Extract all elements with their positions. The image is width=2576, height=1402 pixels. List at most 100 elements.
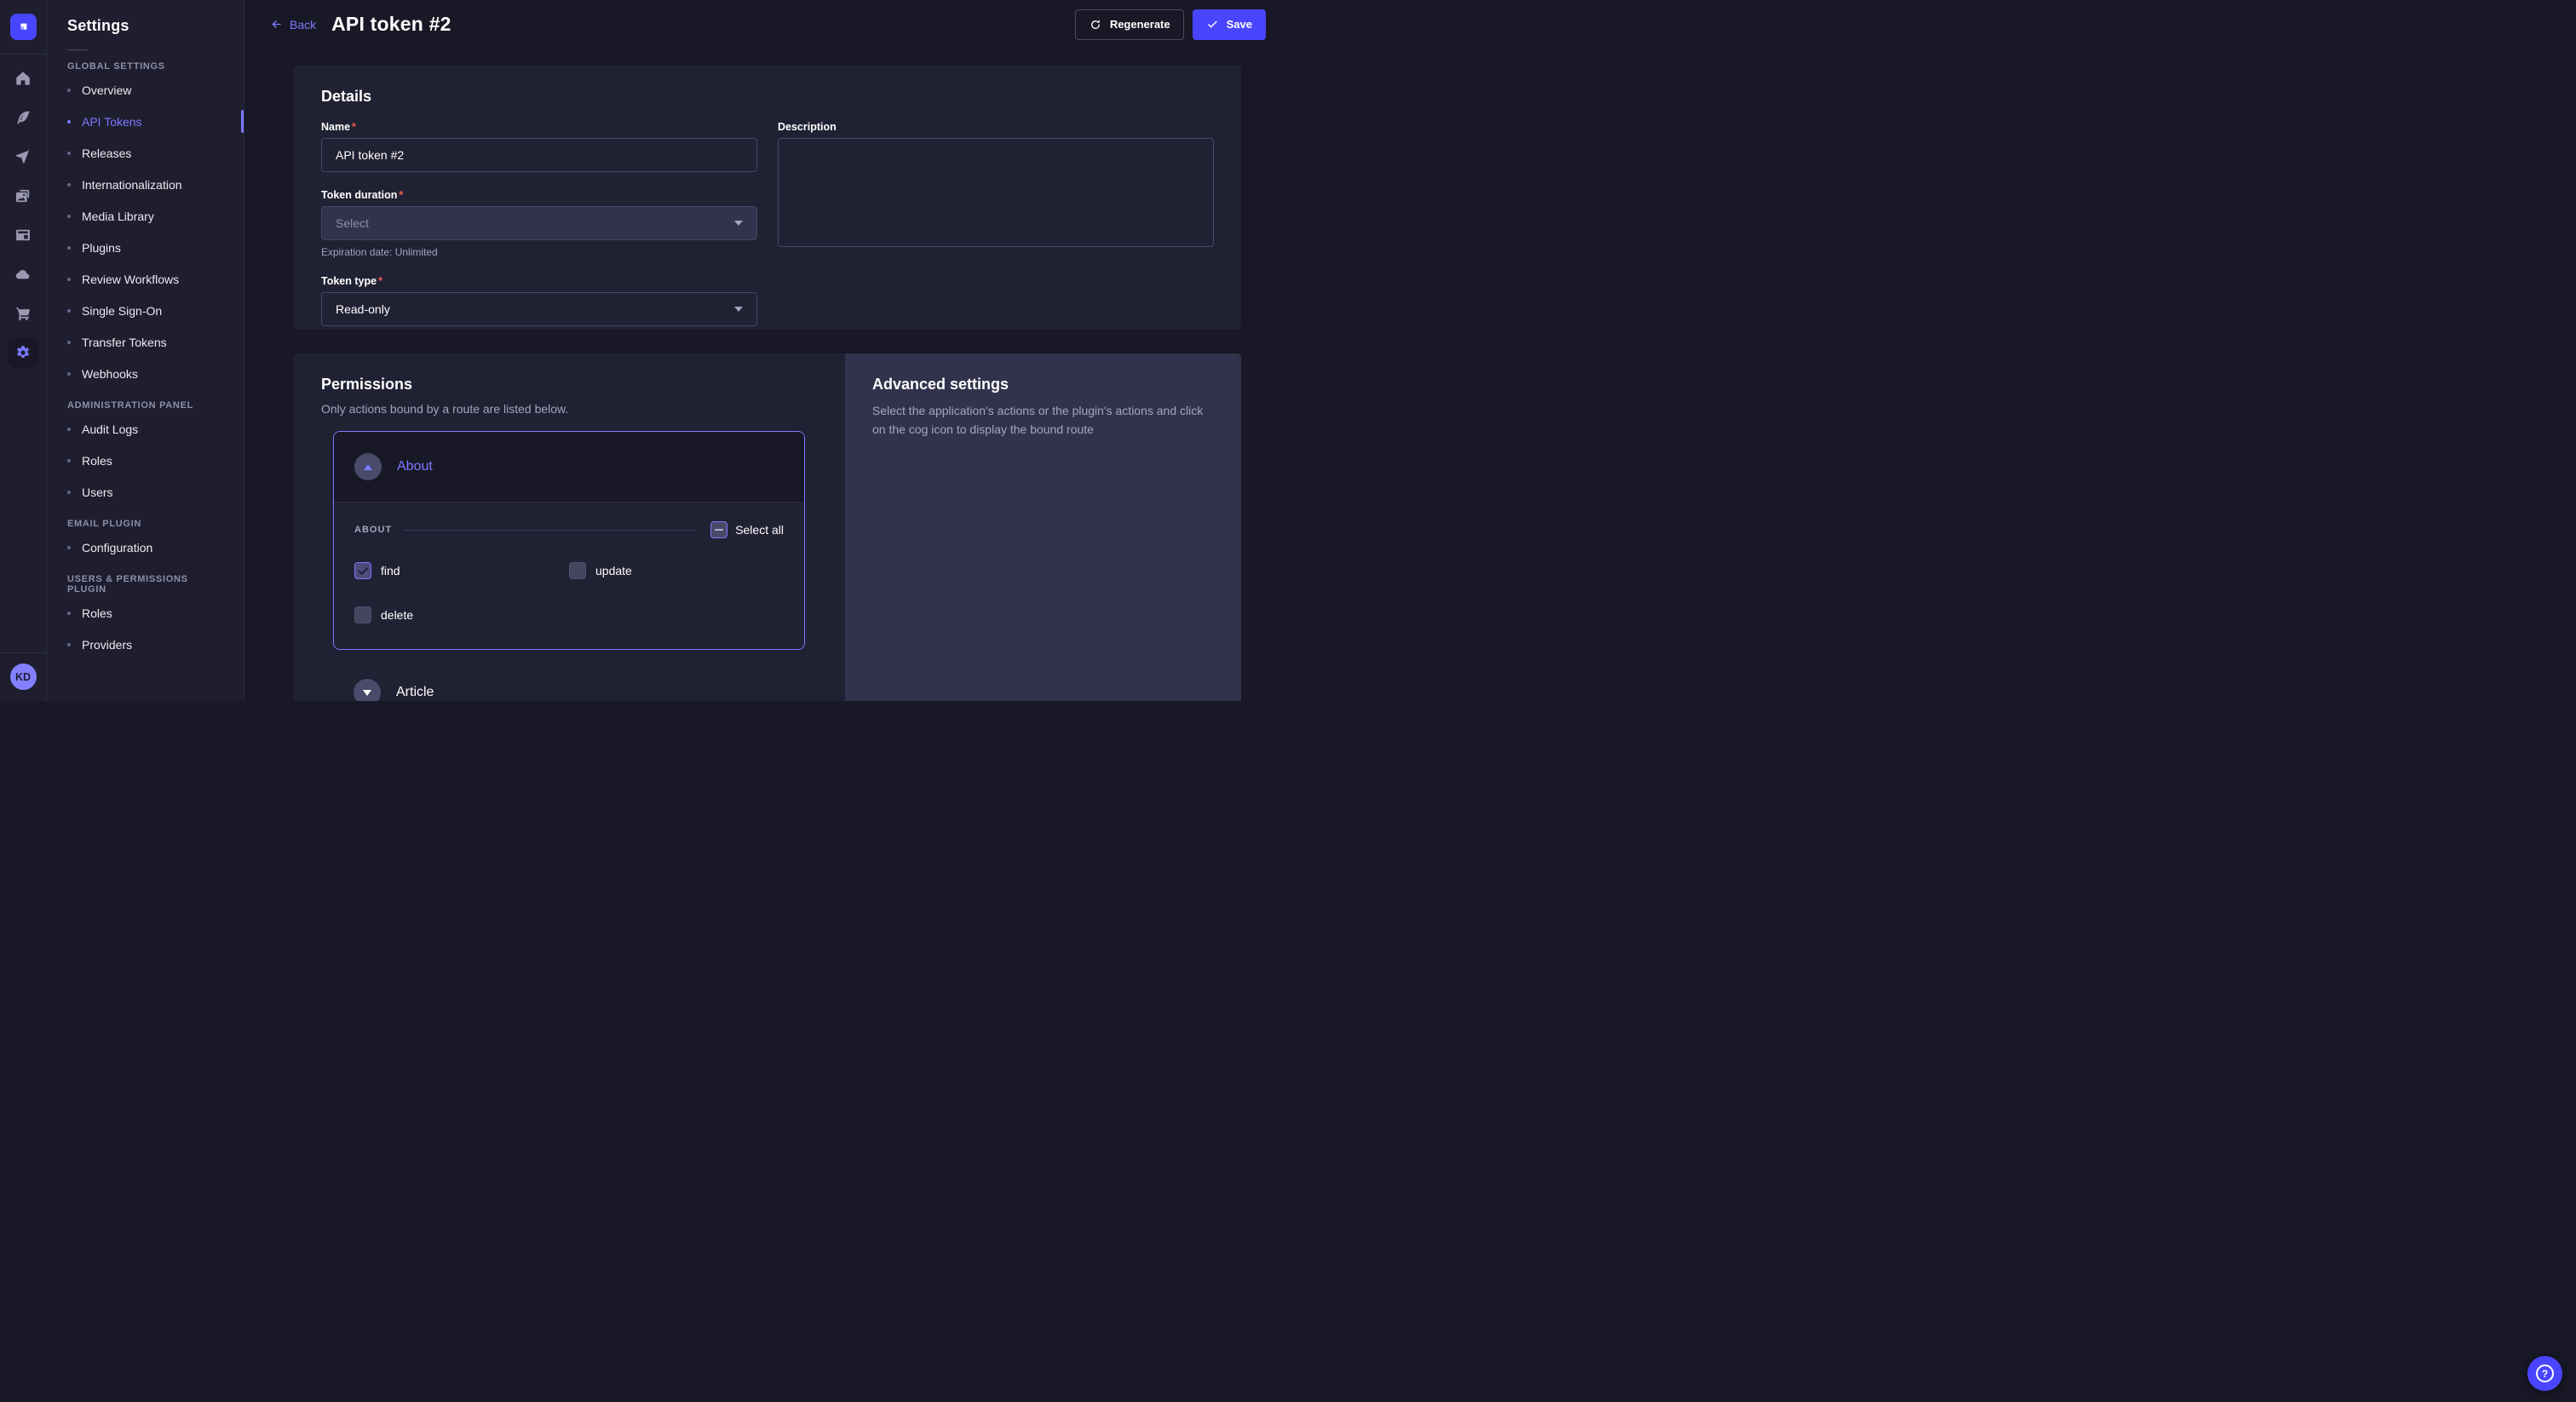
gear-icon xyxy=(14,344,32,361)
find-checkbox[interactable] xyxy=(354,562,371,579)
bullet-icon xyxy=(67,459,71,463)
token-type-value: Read-only xyxy=(336,302,390,316)
about-accordion-label: About xyxy=(397,459,433,474)
rail-nav-builder[interactable] xyxy=(8,220,38,250)
sidebar-sections: GLOBAL SETTINGSOverviewAPI TokensRelease… xyxy=(47,61,244,660)
bullet-icon xyxy=(67,428,71,431)
sidebar-item-plugins[interactable]: Plugins xyxy=(47,232,244,263)
rail-nav-cloud[interactable] xyxy=(8,259,38,290)
sidebar-item-roles[interactable]: Roles xyxy=(47,445,244,476)
permissions-subtitle: Only actions bound by a route are listed… xyxy=(321,402,818,416)
sidebar-item-label: Providers xyxy=(82,638,132,652)
sidebar-item-users[interactable]: Users xyxy=(47,476,244,508)
details-grid: Name * Description Token duration * xyxy=(321,121,1214,326)
sidebar-item-review-workflows[interactable]: Review Workflows xyxy=(47,263,244,295)
collapse-toggle-button[interactable] xyxy=(354,453,382,480)
page-header: Back API token #2 Regenerate S xyxy=(244,0,1288,49)
sidebar-section: USERS & PERMISSIONS PLUGINRolesProviders xyxy=(47,574,244,660)
sidebar-item-label: Plugins xyxy=(82,241,121,255)
about-accordion: About ABOUT Select all findupdatedelete xyxy=(333,431,805,650)
select-all-control[interactable]: Select all xyxy=(710,521,784,538)
rail-nav-settings[interactable] xyxy=(8,337,38,368)
bullet-icon xyxy=(67,89,71,92)
select-all-checkbox[interactable] xyxy=(710,521,727,538)
back-label: Back xyxy=(290,18,316,32)
sidebar-item-transfer-tokens[interactable]: Transfer Tokens xyxy=(47,326,244,358)
save-button[interactable]: Save xyxy=(1193,9,1266,40)
sidebar-item-label: Roles xyxy=(82,606,112,620)
permission-action-label: delete xyxy=(381,608,413,622)
delete-checkbox[interactable] xyxy=(354,606,371,623)
sidebar-item-api-tokens[interactable]: API Tokens xyxy=(47,106,244,137)
article-accordion-label: Article xyxy=(396,685,434,700)
section-divider xyxy=(404,530,696,531)
sidebar-item-roles[interactable]: Roles xyxy=(47,597,244,629)
duration-field-group: Token duration * Select Expiration date:… xyxy=(321,189,757,258)
strapi-logo[interactable] xyxy=(10,14,37,40)
permission-action-delete[interactable]: delete xyxy=(354,606,569,623)
sidebar-item-label: Internationalization xyxy=(82,178,182,192)
cloud-icon xyxy=(14,266,32,283)
rail-nav-content[interactable] xyxy=(8,102,38,133)
sidebar-section-label: ADMINISTRATION PANEL xyxy=(47,400,244,411)
layout-icon xyxy=(14,227,32,244)
token-type-label: Token type * xyxy=(321,275,757,287)
user-avatar[interactable]: KD xyxy=(10,664,37,690)
rail-nav-home[interactable] xyxy=(8,63,38,94)
required-asterisk: * xyxy=(378,275,382,287)
chevron-down-icon xyxy=(363,690,371,696)
name-input[interactable] xyxy=(321,138,757,172)
token-type-select[interactable]: Read-only xyxy=(321,292,757,326)
about-accordion-header[interactable]: About xyxy=(334,432,804,502)
advanced-settings-heading: Advanced settings xyxy=(872,376,1214,394)
rail-nav-marketplace[interactable] xyxy=(8,298,38,329)
title-divider xyxy=(67,49,88,50)
sidebar-item-overview[interactable]: Overview xyxy=(47,74,244,106)
header-actions: Regenerate Save xyxy=(1075,9,1266,40)
sidebar-section: EMAIL PLUGINConfiguration xyxy=(47,519,244,563)
update-checkbox[interactable] xyxy=(569,562,586,579)
permission-action-find[interactable]: find xyxy=(354,562,569,579)
token-duration-label: Token duration * xyxy=(321,189,757,201)
bullet-icon xyxy=(67,183,71,187)
sidebar-item-label: Configuration xyxy=(82,541,152,554)
bullet-icon xyxy=(67,278,71,281)
type-field-group: Token type * Read-only xyxy=(321,275,757,326)
main-nav-rail: KD xyxy=(0,0,47,701)
regenerate-button[interactable]: Regenerate xyxy=(1075,9,1184,40)
description-field-group: Description xyxy=(778,121,1214,258)
expand-toggle-button[interactable] xyxy=(354,679,381,701)
bullet-icon xyxy=(67,246,71,250)
page-content: Details Name * Description xyxy=(244,49,1288,701)
permission-action-update[interactable]: update xyxy=(569,562,784,579)
rail-nav-media[interactable] xyxy=(8,181,38,211)
rail-nav-deploy[interactable] xyxy=(8,141,38,172)
sidebar-item-webhooks[interactable]: Webhooks xyxy=(47,358,244,389)
details-card: Details Name * Description xyxy=(294,66,1241,330)
bullet-icon xyxy=(67,643,71,646)
name-label: Name * xyxy=(321,121,757,133)
sidebar-section: ADMINISTRATION PANEL Audit LogsRoles Users xyxy=(47,400,244,508)
cart-icon xyxy=(14,305,32,322)
back-link[interactable]: Back xyxy=(270,18,316,32)
bullet-icon xyxy=(67,612,71,615)
permission-actions-grid: findupdate delete xyxy=(354,562,784,623)
sidebar-item-label: Overview xyxy=(82,83,131,97)
sidebar-item-releases[interactable]: Releases xyxy=(47,137,244,169)
sidebar-item-label: Releases xyxy=(82,147,131,160)
regenerate-label: Regenerate xyxy=(1110,18,1170,31)
permissions-panel: Permissions Only actions bound by a rout… xyxy=(294,353,845,701)
article-accordion-header[interactable]: Article xyxy=(333,667,805,701)
sidebar-item-providers[interactable]: Providers xyxy=(47,629,244,660)
sidebar-item-configuration[interactable]: Configuration xyxy=(47,531,244,563)
sidebar-item-audit-logs[interactable]: Audit Logs xyxy=(47,413,244,445)
advanced-settings-panel: Advanced settings Select the application… xyxy=(845,353,1241,701)
description-textarea[interactable] xyxy=(778,138,1214,247)
sidebar-item-single-sign-on[interactable]: Single Sign-On xyxy=(47,295,244,326)
token-duration-select[interactable]: Select xyxy=(321,206,757,240)
sidebar-item-label: Users xyxy=(82,486,113,499)
sidebar-item-media-library[interactable]: Media Library xyxy=(47,200,244,232)
advanced-settings-description: Select the application's actions or the … xyxy=(872,402,1214,439)
sidebar-item-internationalization[interactable]: Internationalization xyxy=(47,169,244,200)
help-button[interactable]: ? xyxy=(2527,1356,2562,1391)
